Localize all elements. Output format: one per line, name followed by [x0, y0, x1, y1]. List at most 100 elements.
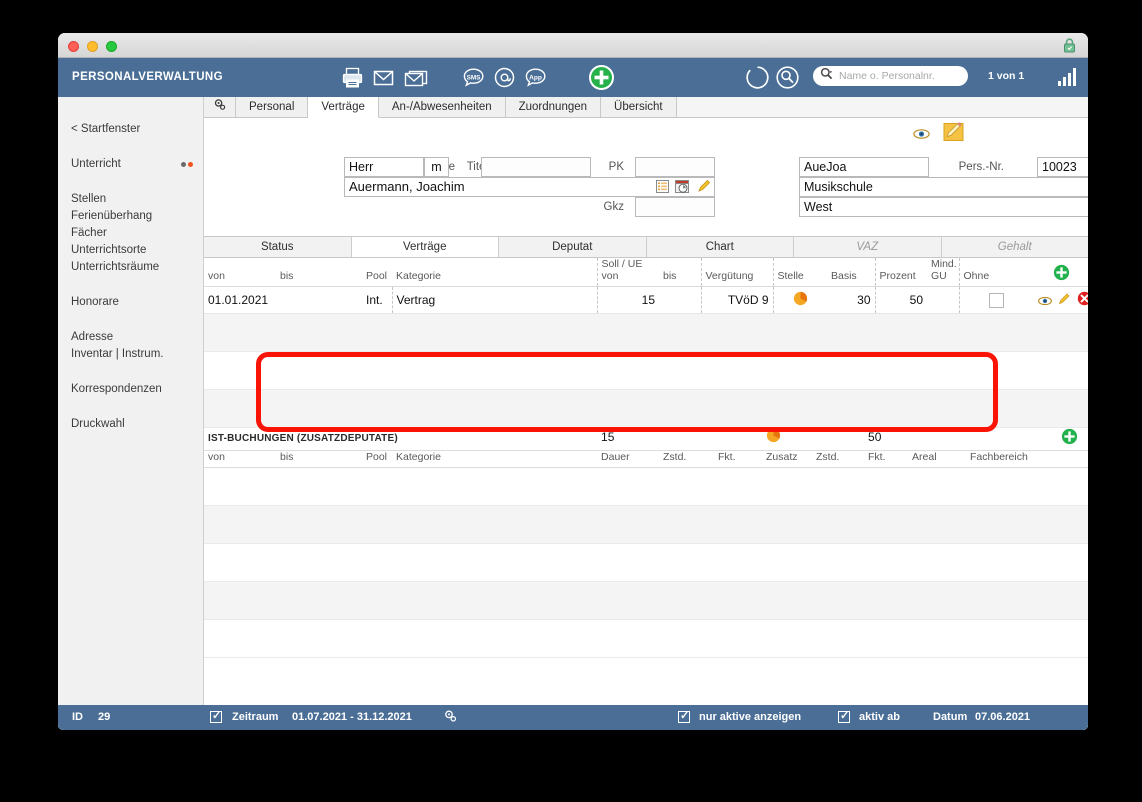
table-row[interactable]: 01.01.2021 Int. Vertrag 15 TVöD 9 30 50	[204, 286, 1088, 314]
sms-icon[interactable]: SMS	[461, 66, 486, 94]
subtab-vaz[interactable]: VAZ	[794, 237, 942, 257]
tab-settings-gear[interactable]	[204, 97, 236, 117]
window-close-button[interactable]	[68, 41, 79, 52]
search-input[interactable]	[837, 69, 957, 83]
datum-value[interactable]: 07.06.2021	[975, 711, 1030, 723]
gkz-field[interactable]	[635, 197, 715, 217]
eye-icon[interactable]	[913, 127, 930, 145]
sidebar-item-unterrichtsraeume[interactable]: Unterrichtsräume	[58, 259, 203, 276]
kurzform-field[interactable]: AueJoa	[799, 157, 929, 177]
subtab-chart[interactable]: Chart	[646, 237, 794, 257]
add-icon[interactable]	[588, 64, 615, 96]
tab-an-abwesenheiten[interactable]: An-/Abwesenheiten	[378, 97, 506, 117]
refresh-circle-icon[interactable]	[745, 65, 770, 95]
cell-pool: Int.	[362, 286, 392, 314]
sidebar-item-druckwahl[interactable]: Druckwahl	[58, 416, 203, 433]
cell-soll-von: 15	[596, 286, 659, 314]
sidebar-item-korrespondenzen[interactable]: Korrespondenzen	[58, 381, 203, 398]
add-contract-button[interactable]	[1053, 264, 1070, 284]
ohne-checkbox[interactable]	[989, 292, 1005, 308]
ist-buchungen-empty-rows	[204, 468, 1088, 658]
zeitraum-checkbox[interactable]	[210, 709, 227, 724]
titel-field[interactable]	[481, 157, 591, 177]
list-icon[interactable]	[656, 180, 669, 198]
app-icon[interactable]: App	[523, 66, 548, 94]
tab-zuordnungen[interactable]: Zuordnungen	[505, 97, 602, 117]
areal-field[interactable]: West	[799, 197, 1088, 217]
contracts-section: . von . bis . Pool	[204, 258, 1088, 428]
subtab-gehalt[interactable]: Gehalt	[941, 237, 1088, 257]
tab-personal[interactable]: Personal	[236, 97, 309, 117]
pk-field[interactable]	[635, 157, 715, 177]
list-item[interactable]	[204, 468, 1088, 506]
search-circle-icon[interactable]	[775, 65, 800, 95]
tab-vertraege[interactable]: Verträge	[308, 97, 379, 118]
sidebar-item-inventar-instrum[interactable]: Inventar | Instrum.	[58, 346, 203, 363]
sidebar-item-unterrichtsorte[interactable]: Unterrichtsorte	[58, 242, 203, 259]
list-item[interactable]	[204, 544, 1088, 582]
list-item[interactable]	[204, 506, 1088, 544]
mandant-field[interactable]: Musikschule	[799, 177, 1088, 197]
window-zoom-button[interactable]	[106, 41, 117, 52]
print-icon[interactable]	[341, 66, 364, 94]
cell-basis: 30	[827, 286, 875, 314]
window-minimize-button[interactable]	[87, 41, 98, 52]
eye-icon[interactable]	[1038, 295, 1055, 309]
group-header-soll-ue: Soll / UE	[601, 258, 643, 270]
aktiv-ab-checkbox[interactable]	[838, 709, 855, 724]
table-row[interactable]	[204, 390, 1088, 428]
col-basis: . Basis	[827, 258, 875, 287]
table-row[interactable]	[204, 352, 1088, 390]
anrede-field[interactable]: Herr	[344, 157, 424, 177]
at-icon[interactable]	[492, 66, 517, 94]
subtab-vertraege[interactable]: Verträge	[351, 237, 499, 257]
sidebar-section-unterricht[interactable]: Unterricht	[58, 156, 203, 173]
geschlecht-field[interactable]: m	[424, 157, 449, 177]
subtab-deputat[interactable]: Deputat	[499, 237, 647, 257]
table-row[interactable]	[204, 314, 1088, 352]
sidebar-item-ferienueberhang[interactable]: Ferienüberhang	[58, 208, 203, 225]
note-edit-icon[interactable]	[943, 122, 965, 147]
search-box[interactable]	[813, 66, 968, 86]
sidebar-item-adresse[interactable]: Adresse	[58, 329, 203, 346]
list-item[interactable]	[204, 620, 1088, 658]
pencil-icon[interactable]	[696, 178, 712, 199]
mail-icon[interactable]	[372, 66, 395, 94]
persnr-field[interactable]: 10023	[1037, 157, 1088, 177]
sidebar-item-honorare[interactable]: Honorare	[58, 294, 203, 311]
list-item[interactable]	[204, 582, 1088, 620]
col-bis: . bis	[276, 258, 362, 287]
settings-icon[interactable]	[443, 709, 458, 727]
sidebar-back-startfenster[interactable]: < Startfenster	[58, 121, 203, 138]
ist-summary-row: IST-BUCHUNGEN (ZUSATZDEPUTATE) 15 50	[204, 428, 1088, 451]
window-body: < Startfenster Unterricht Stellen Ferien…	[58, 97, 1088, 730]
contracts-header-row: . von . bis . Pool	[204, 258, 1088, 287]
main-tab-bar: Personal Verträge An-/Abwesenheiten Zuor…	[204, 97, 1088, 118]
cell-prozent: 50	[874, 286, 927, 314]
cell-bis	[276, 286, 362, 314]
ist-summary-fkt: 50	[864, 428, 909, 451]
mails-icon[interactable]	[403, 66, 429, 94]
lock-icon[interactable]	[1063, 38, 1076, 53]
tab-uebersicht[interactable]: Übersicht	[601, 97, 677, 117]
calendar-clock-icon[interactable]	[675, 179, 690, 199]
sidebar-item-stellen[interactable]: Stellen	[58, 191, 203, 208]
persnr-label: Pers.-Nr.	[958, 161, 1004, 173]
signal-strength-icon[interactable]	[1058, 68, 1078, 91]
add-ist-buchung-button[interactable]	[1061, 428, 1078, 448]
delete-icon[interactable]	[1077, 291, 1088, 309]
nur-aktive-checkbox[interactable]	[678, 709, 695, 724]
sidebar-item-faecher[interactable]: Fächer	[58, 225, 203, 242]
zeitraum-value[interactable]: 01.07.2021 - 31.12.2021	[292, 711, 412, 723]
zeitraum-label: Zeitraum	[232, 711, 279, 723]
ist-summary-blank-5	[966, 428, 1051, 451]
pie-chart-icon	[766, 428, 781, 446]
pie-chart-icon	[793, 291, 808, 309]
pencil-icon[interactable]	[1057, 293, 1074, 309]
id-label: ID	[72, 711, 83, 723]
subtab-status[interactable]: Status	[204, 237, 352, 257]
